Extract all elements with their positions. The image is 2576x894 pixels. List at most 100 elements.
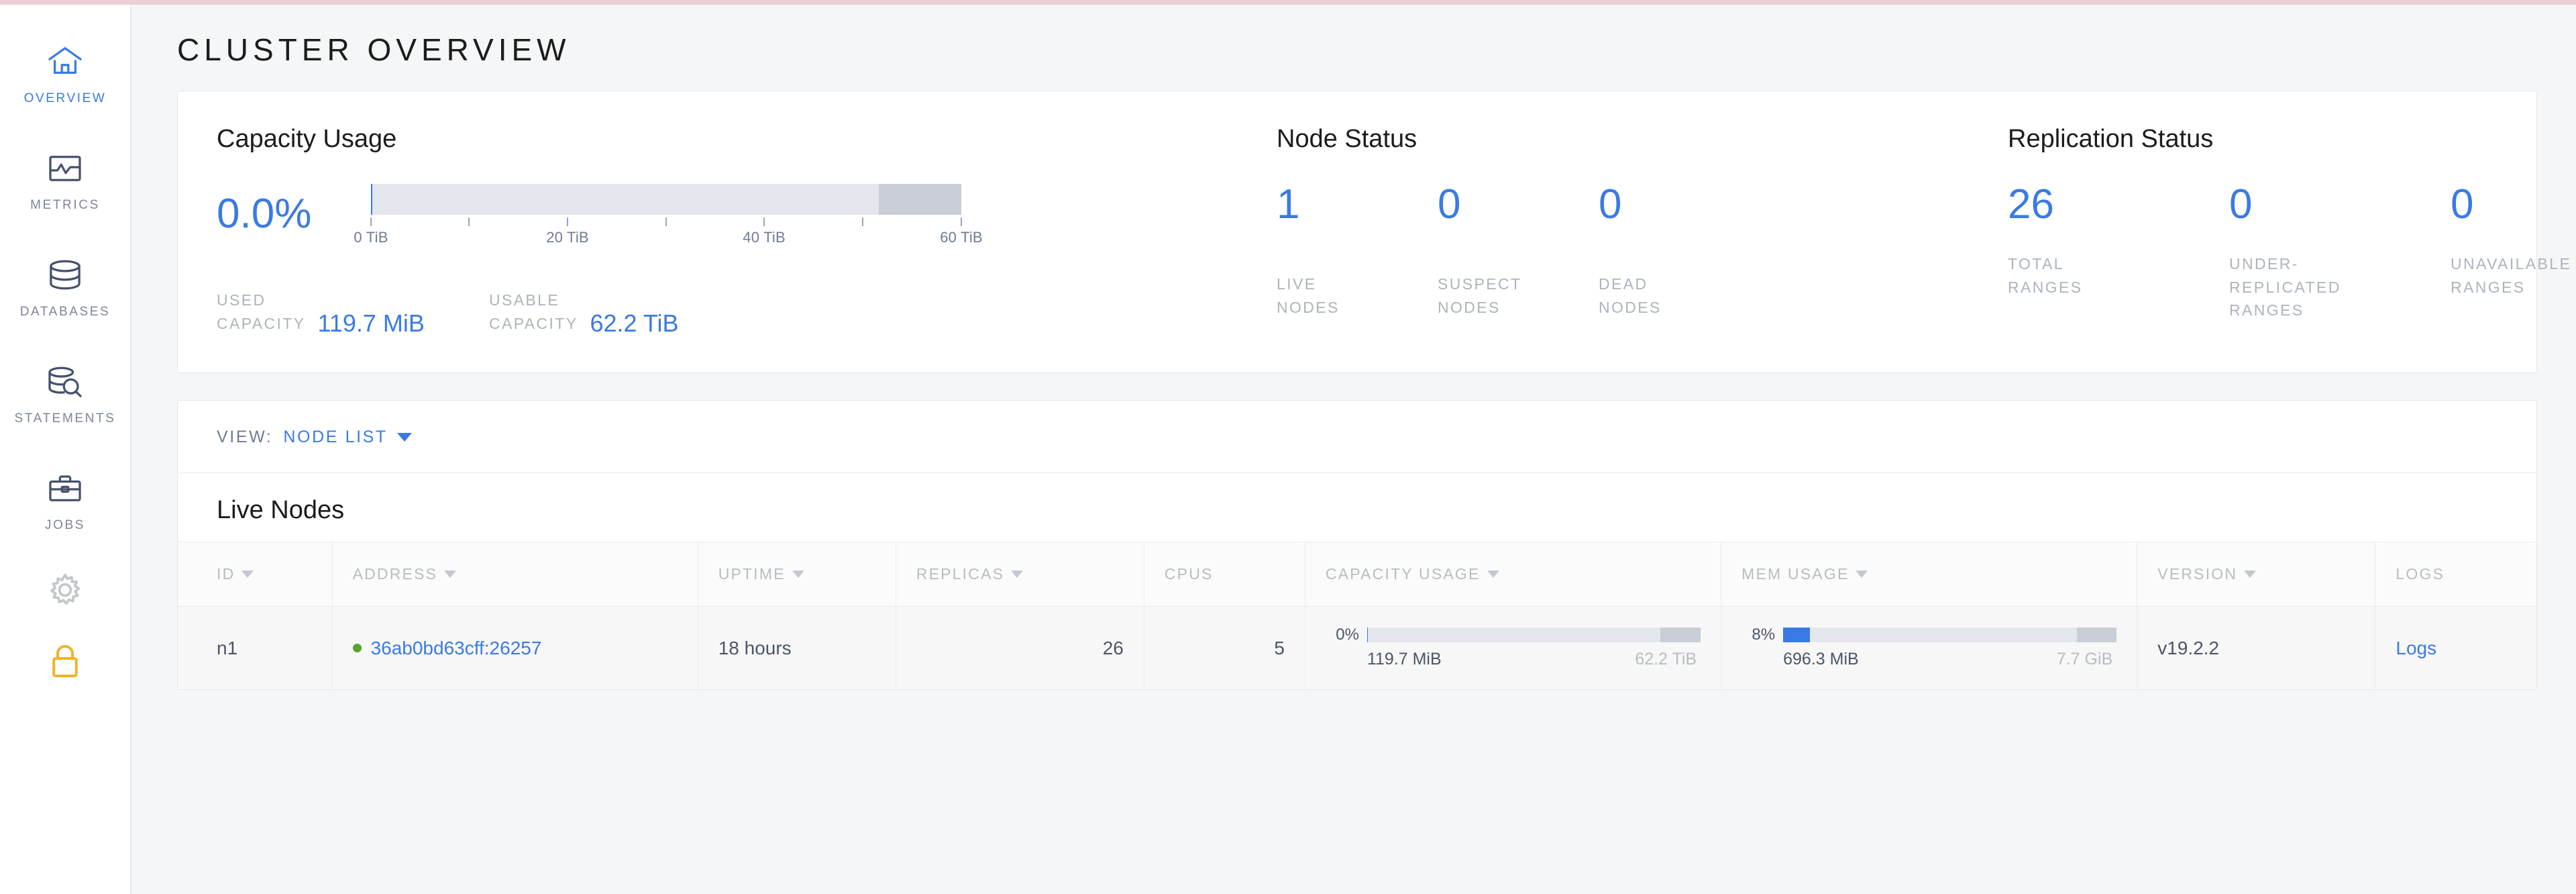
suspect-nodes-label: SUSPECT NODES [1438,272,1599,319]
capacity-percent: 0.0% [217,184,371,235]
cell-logs: Logs [2375,607,2536,690]
main-content: CLUSTER OVERVIEW Capacity Usage 0.0% 0 T… [131,5,2576,894]
sort-caret-icon [792,570,804,578]
column-header-logs: LOGS [2375,542,2536,607]
gear-icon [42,568,89,612]
used-capacity-value: 119.7 MiB [318,311,425,336]
table-row: n1 36ab0bd63cff:26257 18 hours 26 5 [178,607,2536,690]
unavailable-ranges-stat: 0 UNAVAILABLE RANGES [2451,184,2576,322]
briefcase-icon [42,466,89,511]
axis-tick [961,217,962,226]
capacity-gauge: 0.0% 0 TiB20 TiB40 TiB60 TiB [217,184,1199,254]
live-nodes-table: ID ADDRESS UPTIME REPLICAS CPUS CAPACITY… [178,542,2536,689]
db-search-icon [42,360,89,404]
sidebar-item-security[interactable] [0,631,131,689]
column-header-uptime[interactable]: UPTIME [698,542,896,607]
column-header-id[interactable]: ID [178,542,332,607]
axis-tick [567,217,568,226]
logs-link[interactable]: Logs [2396,638,2436,658]
mem-usage-total: 7.7 GiB [2057,650,2116,669]
sidebar-item-label: METRICS [30,199,100,211]
axis-tick [862,217,863,226]
view-selector-label: VIEW: [217,428,272,447]
sidebar-item-jobs[interactable]: JOBS [0,454,131,544]
used-capacity-label: USED CAPACITY [217,289,306,336]
capacity-usage-title: Capacity Usage [217,126,1199,152]
live-nodes-label: LIVE NODES [1277,272,1438,319]
sidebar-item-overview[interactable]: OVERVIEW [0,28,131,117]
replication-status-section: Replication Status 26 TOTAL RANGES 0 UND… [1969,126,2576,336]
sort-caret-icon [241,570,254,578]
axis-tick-label: 40 TiB [743,229,786,246]
live-nodes-value: 1 [1277,184,1438,226]
dead-nodes-label: DEAD NODES [1599,272,1760,319]
capacity-bar-reserved [879,184,961,215]
axis-tick-label: 20 TiB [546,229,589,246]
axis-tick [665,217,667,226]
view-selector-value[interactable]: NODE LIST [283,428,387,447]
capacity-usage-bar-reserved [1660,628,1701,642]
sidebar-item-label: DATABASES [20,305,111,318]
cell-uptime: 18 hours [698,607,896,690]
suspect-nodes-value: 0 [1438,184,1599,226]
live-nodes-title: Live Nodes [178,473,2536,542]
cell-address: 36ab0bd63cff:26257 [332,607,698,690]
axis-tick [370,217,372,226]
capacity-axis: 0 TiB20 TiB40 TiB60 TiB [371,217,961,254]
cell-cpus: 5 [1144,607,1305,690]
dead-nodes-stat: 0 DEAD NODES [1599,184,1760,319]
capacity-bar-used [371,184,372,215]
total-ranges-stat: 26 TOTAL RANGES [2008,184,2229,322]
axis-tick-label: 60 TiB [940,229,983,246]
sort-caret-icon [2244,570,2256,578]
sidebar-item-databases[interactable]: DATABASES [0,241,131,330]
usable-capacity-value: 62.2 TiB [590,311,678,336]
replication-status-title: Replication Status [2008,126,2576,152]
suspect-nodes-stat: 0 SUSPECT NODES [1438,184,1599,319]
column-header-label: MEM USAGE [1741,565,1849,583]
chevron-down-icon[interactable] [397,433,412,442]
column-header-label: ID [217,565,235,583]
axis-tick [763,217,765,226]
column-header-cpus: CPUS [1144,542,1305,607]
cell-capacity-usage: 0% 119.7 MiB 62.2 TiB [1305,607,1721,690]
capacity-usage-mini-chart: 0% 119.7 MiB 62.2 TiB [1326,627,1701,669]
sidebar-item-statements[interactable]: STATEMENTS [0,348,131,437]
cell-mem-usage: 8% 696.3 MiB 7.7 GiB [1721,607,2137,690]
column-header-mem-usage[interactable]: MEM USAGE [1721,542,2137,607]
column-header-capacity-usage[interactable]: CAPACITY USAGE [1305,542,1721,607]
view-selector: VIEW: NODE LIST [178,401,2536,473]
under-replicated-ranges-label: UNDER- REPLICATED RANGES [2229,252,2451,322]
used-capacity-stat: USED CAPACITY 119.7 MiB [217,289,425,336]
status-dot-live-icon [353,644,362,652]
mem-usage-bar-fill [1783,628,1810,642]
under-replicated-ranges-value: 0 [2229,184,2451,226]
sidebar-item-label: JOBS [45,519,85,532]
mem-usage-used: 696.3 MiB [1783,650,1859,669]
column-header-label: VERSION [2157,565,2237,583]
column-header-version[interactable]: VERSION [2137,542,2375,607]
sidebar-item-metrics[interactable]: METRICS [0,134,131,224]
home-icon [42,40,89,84]
column-header-label: LOGS [2396,565,2445,583]
node-address-link[interactable]: 36ab0bd63cff:26257 [371,638,542,659]
cluster-overview-page: OVERVIEW METRICS DATABASES [0,0,2576,894]
sidebar-item-settings[interactable] [0,561,131,619]
mem-usage-mini-chart: 8% 696.3 MiB 7.7 GiB [1741,627,2116,669]
column-header-replicas[interactable]: REPLICAS [896,542,1144,607]
page-title: CLUSTER OVERVIEW [177,5,2537,91]
sidebar-item-label: OVERVIEW [24,92,107,105]
table-header-row: ID ADDRESS UPTIME REPLICAS CPUS CAPACITY… [178,542,2536,607]
sort-caret-icon [1856,570,1868,578]
capacity-usage-bar-fill [1367,628,1368,642]
mem-usage-bar-reserved [2077,628,2117,642]
replication-status-stats: 26 TOTAL RANGES 0 UNDER- REPLICATED RANG… [2008,184,2576,322]
capacity-bar-track [371,184,961,215]
axis-tick [468,217,470,226]
column-header-label: ADDRESS [353,565,438,583]
node-list-card: VIEW: NODE LIST Live Nodes ID ADDRESS UP… [177,400,2537,690]
cell-node-id: n1 [178,607,332,690]
unavailable-ranges-value: 0 [2451,184,2576,226]
column-header-address[interactable]: ADDRESS [332,542,698,607]
live-nodes-stat: 1 LIVE NODES [1277,184,1438,319]
